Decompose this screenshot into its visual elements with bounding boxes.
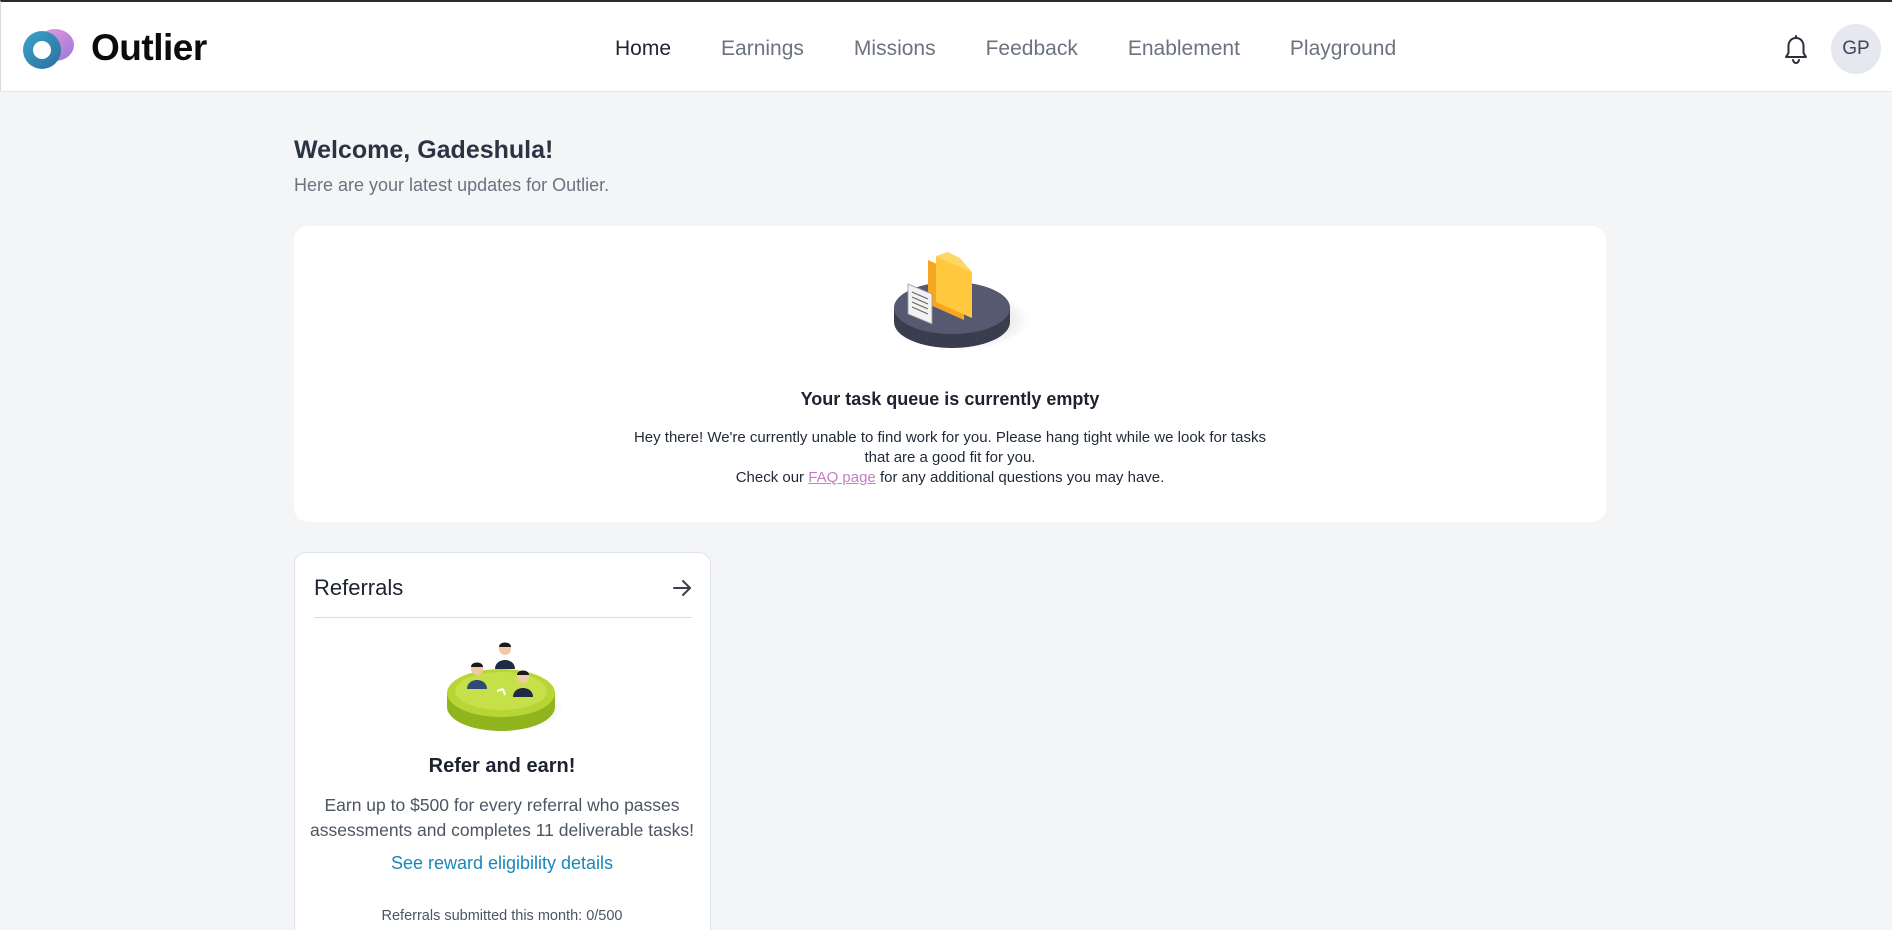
referrals-divider xyxy=(314,617,692,618)
queue-message-line1: Hey there! We're currently unable to fin… xyxy=(633,429,1267,466)
brand-logo[interactable]: Outlier xyxy=(21,26,207,70)
reward-eligibility-link[interactable]: See reward eligibility details xyxy=(295,853,709,874)
bell-icon[interactable] xyxy=(1783,35,1809,65)
referrals-description: Earn up to $500 for every referral who p… xyxy=(310,795,694,840)
brand-name: Outlier xyxy=(91,27,207,68)
nav-feedback[interactable]: Feedback xyxy=(986,37,1078,61)
task-queue-card: Your task queue is currently empty Hey t… xyxy=(294,226,1606,522)
arrow-right-icon[interactable] xyxy=(671,577,693,599)
referrals-card: Referrals Refer and earn! Earn up to $50… xyxy=(294,552,711,930)
faq-link[interactable]: FAQ page xyxy=(808,469,876,486)
referrals-submitted-count: Referrals submitted this month: 0/500 xyxy=(381,908,623,924)
queue-empty-title: Your task queue is currently empty xyxy=(800,389,1100,409)
nav-home[interactable]: Home xyxy=(615,37,671,61)
avatar[interactable]: GP xyxy=(1831,24,1881,74)
queue-message-prefix: Check our xyxy=(735,469,805,486)
referral-people-illustration-icon xyxy=(447,642,563,731)
outlier-logo-icon xyxy=(23,29,74,69)
nav-missions[interactable]: Missions xyxy=(854,37,936,61)
nav-playground[interactable]: Playground xyxy=(1290,37,1396,61)
empty-folder-illustration-icon xyxy=(894,252,1030,350)
referrals-title: Referrals xyxy=(314,575,404,600)
nav-earnings[interactable]: Earnings xyxy=(721,37,804,61)
queue-empty-message: Hey there! We're currently unable to fin… xyxy=(624,428,1276,488)
top-navigation-bar: Outlier Home Earnings Missions Feedback … xyxy=(0,0,1892,92)
queue-message-suffix: for any additional questions you may hav… xyxy=(879,469,1165,486)
page-subtitle: Here are your latest updates for Outlier… xyxy=(294,175,610,195)
main-nav: Home Earnings Missions Feedback Enableme… xyxy=(615,37,1446,61)
referrals-heading: Refer and earn! xyxy=(428,755,576,777)
nav-enablement[interactable]: Enablement xyxy=(1128,37,1240,61)
page-title: Welcome, Gadeshula! xyxy=(294,136,554,164)
